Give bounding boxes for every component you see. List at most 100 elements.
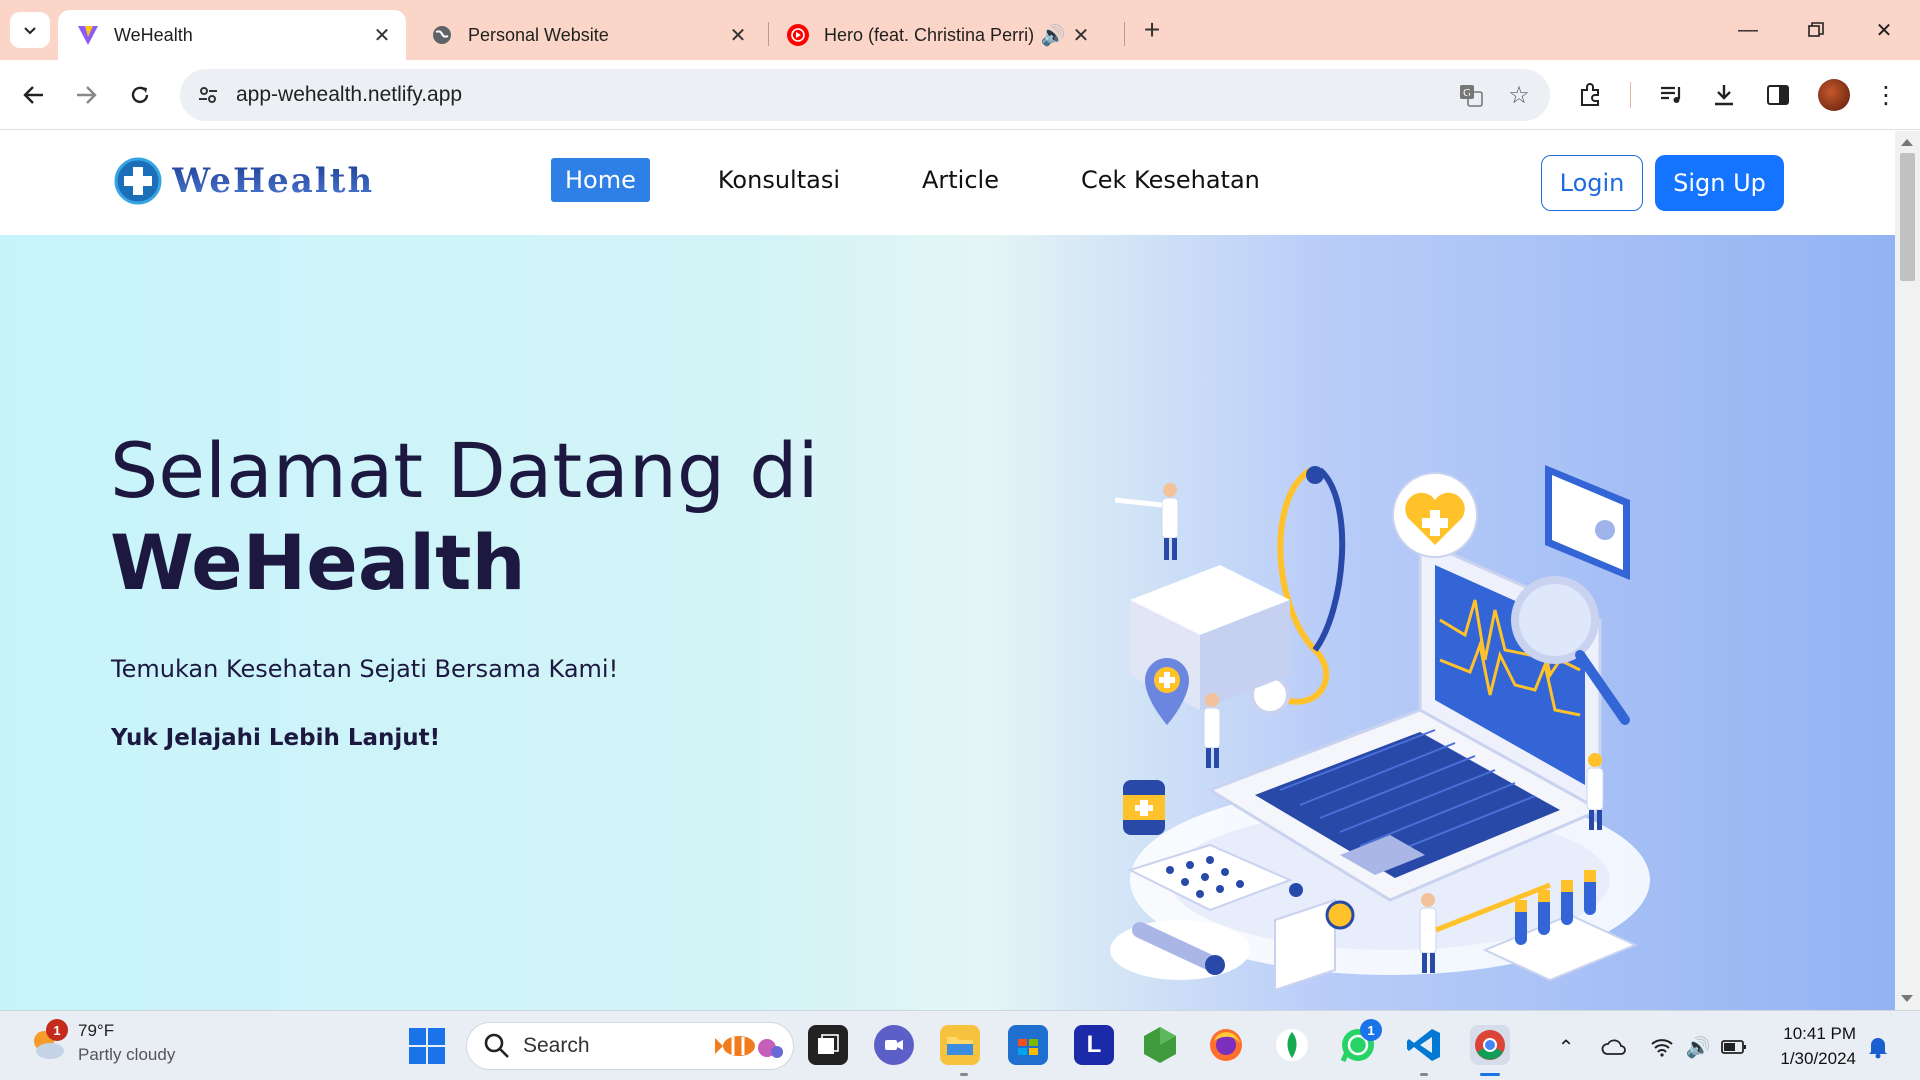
hero-heading-line1: Selamat Datang di [110, 426, 819, 515]
address-bar[interactable]: app-wehealth.netlify.app G ☆ [180, 69, 1550, 121]
signup-button[interactable]: Sign Up [1655, 155, 1784, 211]
svg-text:G: G [1463, 88, 1471, 99]
scroll-up-arrow-icon[interactable] [1901, 139, 1913, 146]
site-header: WeHealth Home Konsultasi Article Cek Kes… [0, 131, 1895, 235]
reload-button[interactable] [120, 75, 160, 115]
weather-badge: 1 [46, 1019, 68, 1041]
logo-wordmark: WeHealth [172, 161, 375, 201]
minimize-button[interactable]: — [1718, 10, 1778, 50]
site-info-icon[interactable] [192, 79, 224, 111]
browser-toolbar: app-wehealth.netlify.app G ☆ ⋮ [0, 60, 1920, 130]
vscode-icon[interactable] [1404, 1025, 1444, 1065]
firefox-icon[interactable] [1206, 1025, 1246, 1065]
running-indicator [1420, 1073, 1428, 1076]
tab-title: Hero (feat. Christina Perri) - [824, 24, 1039, 45]
translate-icon[interactable]: G [1454, 78, 1488, 112]
search-highlight-fish-icon [715, 1036, 783, 1058]
chrome-icon[interactable] [1470, 1025, 1510, 1065]
mongodb-icon[interactable] [1272, 1025, 1312, 1065]
page-viewport: WeHealth Home Konsultasi Article Cek Kes… [0, 131, 1895, 1010]
arrow-left-icon [23, 86, 43, 104]
forward-button[interactable] [66, 75, 106, 115]
teams-chat-icon[interactable] [874, 1025, 914, 1065]
l-app-icon[interactable]: L [1074, 1025, 1114, 1065]
tab-title: Personal Website [468, 24, 609, 45]
hero-tagline: Temukan Kesehatan Sejati Bersama Kami! [111, 655, 619, 683]
wifi-icon[interactable] [1648, 1033, 1676, 1061]
extensions-icon[interactable] [1572, 77, 1608, 113]
weather-widget[interactable]: 1 79°F Partly cloudy [26, 1019, 175, 1067]
profile-avatar[interactable] [1818, 79, 1850, 111]
close-icon[interactable]: ✕ [1067, 21, 1095, 49]
youtube-music-icon [786, 23, 810, 47]
url-text: app-wehealth.netlify.app [236, 83, 463, 106]
notification-bell-icon[interactable] [1864, 1033, 1892, 1061]
restore-button[interactable] [1786, 10, 1846, 50]
arrow-right-icon [77, 86, 97, 104]
media-controls-icon[interactable] [1654, 77, 1690, 113]
side-panel-icon[interactable] [1760, 77, 1796, 113]
back-button[interactable] [14, 75, 54, 115]
vite-favicon-icon [76, 23, 100, 47]
main-nav: Home Konsultasi Article Cek Kesehatan [551, 158, 1328, 202]
nav-home[interactable]: Home [551, 158, 650, 202]
login-button[interactable]: Login [1541, 155, 1643, 211]
tab-youtube-music[interactable]: Hero (feat. Christina Perri) - 🔊 ✕ [768, 10, 1118, 60]
hero-cta-text: Yuk Jelajahi Lebih Lanjut! [111, 725, 441, 751]
chevron-up-icon[interactable]: ⌃ [1552, 1033, 1580, 1061]
close-icon[interactable]: ✕ [724, 21, 752, 49]
page-scrollbar[interactable] [1895, 131, 1920, 1010]
taskbar-search[interactable]: Search [466, 1022, 794, 1070]
more-menu-icon[interactable]: ⋮ [1868, 77, 1904, 113]
scrollbar-thumb[interactable] [1900, 153, 1915, 281]
toolbar-separator [1630, 82, 1631, 108]
whatsapp-badge: 1 [1360, 1019, 1382, 1041]
medical-laptop-illustration [1110, 465, 1650, 992]
nav-article[interactable]: Article [908, 158, 1013, 202]
nav-cek-kesehatan[interactable]: Cek Kesehatan [1067, 158, 1274, 202]
close-icon[interactable]: ✕ [368, 21, 396, 49]
whatsapp-icon[interactable]: 1 [1338, 1019, 1382, 1065]
search-icon [484, 1033, 509, 1058]
medical-cross-logo-icon [114, 157, 162, 205]
microsoft-store-icon[interactable] [1008, 1025, 1048, 1065]
download-icon[interactable] [1706, 77, 1742, 113]
tab-title: WeHealth [114, 24, 193, 45]
volume-icon[interactable]: 🔊 [1684, 1033, 1712, 1061]
tab-personal-website[interactable]: Personal Website ✕ [412, 10, 762, 60]
hero-heading-brand: WeHealth [110, 518, 526, 607]
tab-strip: WeHealth ✕ Personal Website ✕ Hero (feat… [0, 0, 1920, 60]
new-tab-button[interactable]: + [1136, 14, 1168, 46]
tab-search-button[interactable] [10, 12, 50, 48]
weather-temp: 79°F [78, 1021, 115, 1040]
clock-date: 1/30/2024 [1780, 1049, 1856, 1068]
search-label: Search [523, 1034, 590, 1057]
weather-condition: Partly cloudy [78, 1045, 176, 1064]
reload-icon [131, 86, 149, 104]
clock-time: 10:41 PM [1783, 1024, 1856, 1043]
close-window-button[interactable]: ✕ [1854, 10, 1914, 50]
globe-icon [430, 23, 454, 47]
taskbar-clock[interactable]: 10:41 PM 1/30/2024 [1760, 1021, 1856, 1071]
nodejs-icon[interactable] [1140, 1025, 1180, 1065]
active-app-indicator [1480, 1073, 1500, 1076]
speaker-icon[interactable]: 🔊 [1039, 21, 1067, 49]
site-logo[interactable]: WeHealth [114, 157, 374, 205]
nav-konsultasi[interactable]: Konsultasi [704, 158, 854, 202]
windows-start-icon[interactable] [408, 1027, 446, 1065]
bookmark-star-icon[interactable]: ☆ [1502, 78, 1536, 112]
scroll-down-arrow-icon[interactable] [1901, 995, 1913, 1002]
onedrive-cloud-icon[interactable] [1600, 1033, 1628, 1061]
tab-wehealth[interactable]: WeHealth ✕ [58, 10, 406, 60]
chevron-down-icon [24, 27, 36, 35]
tab-separator [1124, 22, 1125, 46]
running-indicator [960, 1073, 968, 1076]
task-view-icon[interactable] [808, 1025, 848, 1065]
hero-section: Selamat Datang di WeHealth Temukan Keseh… [0, 235, 1895, 1010]
file-explorer-icon[interactable] [940, 1025, 980, 1065]
hero-heading: Selamat Datang di WeHealth [110, 425, 819, 609]
windows-taskbar: 1 79°F Partly cloudy Search L 1 ⌃ 🔊 10:4… [0, 1010, 1920, 1080]
restore-icon [1808, 22, 1824, 37]
battery-icon[interactable] [1720, 1033, 1748, 1061]
partly-cloudy-icon: 1 [26, 1019, 70, 1065]
